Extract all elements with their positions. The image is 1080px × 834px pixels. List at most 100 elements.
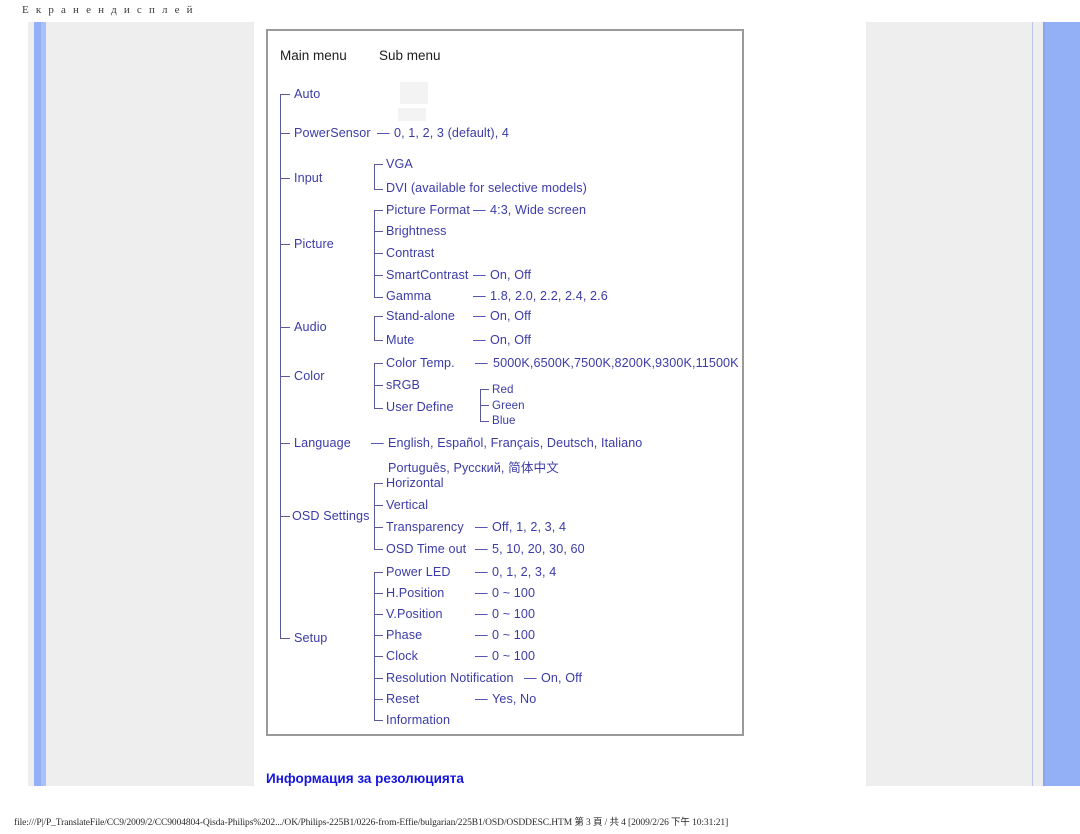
placeholder-block-lower xyxy=(398,108,426,121)
dash-mute: — xyxy=(473,333,486,347)
menu-item-clock: Clock xyxy=(386,649,418,663)
menu-item-vertical: Vertical xyxy=(386,498,429,512)
menu-item-osd-time-out: OSD Time out xyxy=(386,542,467,556)
menu-item-picture: Picture xyxy=(294,237,334,251)
tree-branch-h-position xyxy=(374,593,383,594)
menu-item-auto: Auto xyxy=(294,87,321,101)
dash-gamma: — xyxy=(473,289,486,303)
menu-values-mute: On, Off xyxy=(490,333,532,347)
tree-branch-v-position xyxy=(374,614,383,615)
placeholder-block-upper xyxy=(400,82,428,104)
menu-item-v-position: V.Position xyxy=(386,607,443,621)
dash-color-temp: — xyxy=(475,356,488,370)
menu-values-transparency: Off, 1, 2, 3, 4 xyxy=(492,520,567,534)
tree-spine-main xyxy=(280,94,281,638)
menu-item-reset: Reset xyxy=(386,692,420,706)
dash-phase: — xyxy=(475,628,488,642)
page-title: Е к р а н е н д и с п л е й xyxy=(22,4,195,16)
tree-spine-osd-settings xyxy=(374,483,375,549)
menu-values-powersensor: 0, 1, 2, 3 (default), 4 xyxy=(394,126,510,140)
tree-branch-user-blue xyxy=(480,421,489,422)
tree-branch-mute xyxy=(374,340,383,341)
menu-item-information: Information xyxy=(386,713,451,727)
dash-resolution-notification: — xyxy=(524,671,537,685)
dash-osd-time-out: — xyxy=(475,542,488,556)
menu-values-color-temp: 5000K,6500K,7500K,8200K,9300K,11500K xyxy=(493,356,739,370)
left-sidebar-panel xyxy=(28,22,254,786)
tree-branch-stand-alone xyxy=(374,316,383,317)
right-accent-bar-edge xyxy=(1043,22,1045,786)
menu-item-phase: Phase xyxy=(386,628,423,642)
tree-branch-input-dvi xyxy=(374,189,383,190)
tree-branch-auto xyxy=(280,94,290,95)
menu-item-gamma: Gamma xyxy=(386,289,432,303)
menu-item-user-red: Red xyxy=(492,383,514,396)
right-sidebar-panel xyxy=(866,22,1034,786)
tree-spine-input xyxy=(374,164,375,189)
menu-item-language: Language xyxy=(294,436,351,450)
right-panel-gap xyxy=(1033,22,1043,786)
tree-branch-user-red xyxy=(480,389,489,390)
menu-values-h-position: 0 ~ 100 xyxy=(492,586,536,600)
tree-branch-horizontal xyxy=(374,483,383,484)
menu-item-user-green: Green xyxy=(492,399,525,412)
menu-item-mute: Mute xyxy=(386,333,415,347)
menu-item-audio: Audio xyxy=(294,320,327,334)
tree-spine-audio xyxy=(374,316,375,340)
menu-values-language-line1: English, Español, Français, Deutsch, Ita… xyxy=(388,436,643,450)
tree-branch-picture-format xyxy=(374,210,383,211)
tree-branch-srgb xyxy=(374,385,383,386)
tree-branch-brightness xyxy=(374,231,383,232)
dash-picture-format: — xyxy=(473,203,486,217)
tree-branch-phase xyxy=(374,635,383,636)
menu-values-stand-alone: On, Off xyxy=(490,309,532,323)
menu-item-brightness: Brightness xyxy=(386,224,447,238)
dash-h-position: — xyxy=(475,586,488,600)
menu-item-contrast: Contrast xyxy=(386,246,435,260)
menu-item-h-position: H.Position xyxy=(386,586,445,600)
menu-item-smartcontrast: SmartContrast xyxy=(386,268,469,282)
tree-branch-input-vga xyxy=(374,164,383,165)
menu-item-power-led: Power LED xyxy=(386,565,451,579)
column-header-sub-menu: Sub menu xyxy=(379,48,441,63)
menu-item-user-define: User Define xyxy=(386,400,454,414)
menu-values-v-position: 0 ~ 100 xyxy=(492,607,536,621)
menu-item-setup: Setup xyxy=(294,631,328,645)
tree-branch-gamma xyxy=(374,297,383,298)
menu-item-input-vga: VGA xyxy=(386,157,413,171)
tree-spine-setup xyxy=(374,572,375,720)
tree-branch-user-green xyxy=(480,405,489,406)
dash-clock: — xyxy=(475,649,488,663)
menu-item-picture-format: Picture Format xyxy=(386,203,470,217)
right-accent-bar xyxy=(1043,22,1080,786)
menu-values-smartcontrast: On, Off xyxy=(490,268,532,282)
tree-branch-setup xyxy=(280,638,290,639)
tree-branch-vertical xyxy=(374,505,383,506)
menu-item-input-dvi: DVI (available for selective models) xyxy=(386,181,587,195)
menu-values-osd-time-out: 5, 10, 20, 30, 60 xyxy=(492,542,585,556)
column-header-main-menu: Main menu xyxy=(280,48,347,63)
tree-branch-powersensor xyxy=(280,133,290,134)
menu-item-srgb: sRGB xyxy=(386,378,420,392)
footer-path: file:///P|/P_TranslateFile/CC9/2009/2/CC… xyxy=(14,818,729,828)
menu-values-clock: 0 ~ 100 xyxy=(492,649,536,663)
section-heading-resolution-info: Информация за резолюцията xyxy=(266,771,464,786)
menu-item-powersensor: PowerSensor xyxy=(294,126,371,140)
menu-item-color: Color xyxy=(294,369,325,383)
tree-branch-clock xyxy=(374,656,383,657)
menu-values-power-led: 0, 1, 2, 3, 4 xyxy=(492,565,557,579)
menu-item-resolution-notification: Resolution Notification xyxy=(386,671,514,685)
left-accent-bar-light xyxy=(41,22,46,786)
tree-branch-audio xyxy=(280,327,290,328)
menu-values-picture-format: 4:3, Wide screen xyxy=(490,203,587,217)
tree-branch-resolution-notification xyxy=(374,678,383,679)
tree-branch-color xyxy=(280,376,290,377)
tree-branch-information xyxy=(374,720,383,721)
dash-reset: — xyxy=(475,692,488,706)
dash-powersensor: — xyxy=(377,126,390,140)
tree-branch-reset xyxy=(374,699,383,700)
menu-item-stand-alone: Stand-alone xyxy=(386,309,456,323)
dash-smartcontrast: — xyxy=(473,268,486,282)
menu-item-user-blue: Blue xyxy=(492,414,516,427)
menu-values-gamma: 1.8, 2.0, 2.2, 2.4, 2.6 xyxy=(490,289,608,303)
